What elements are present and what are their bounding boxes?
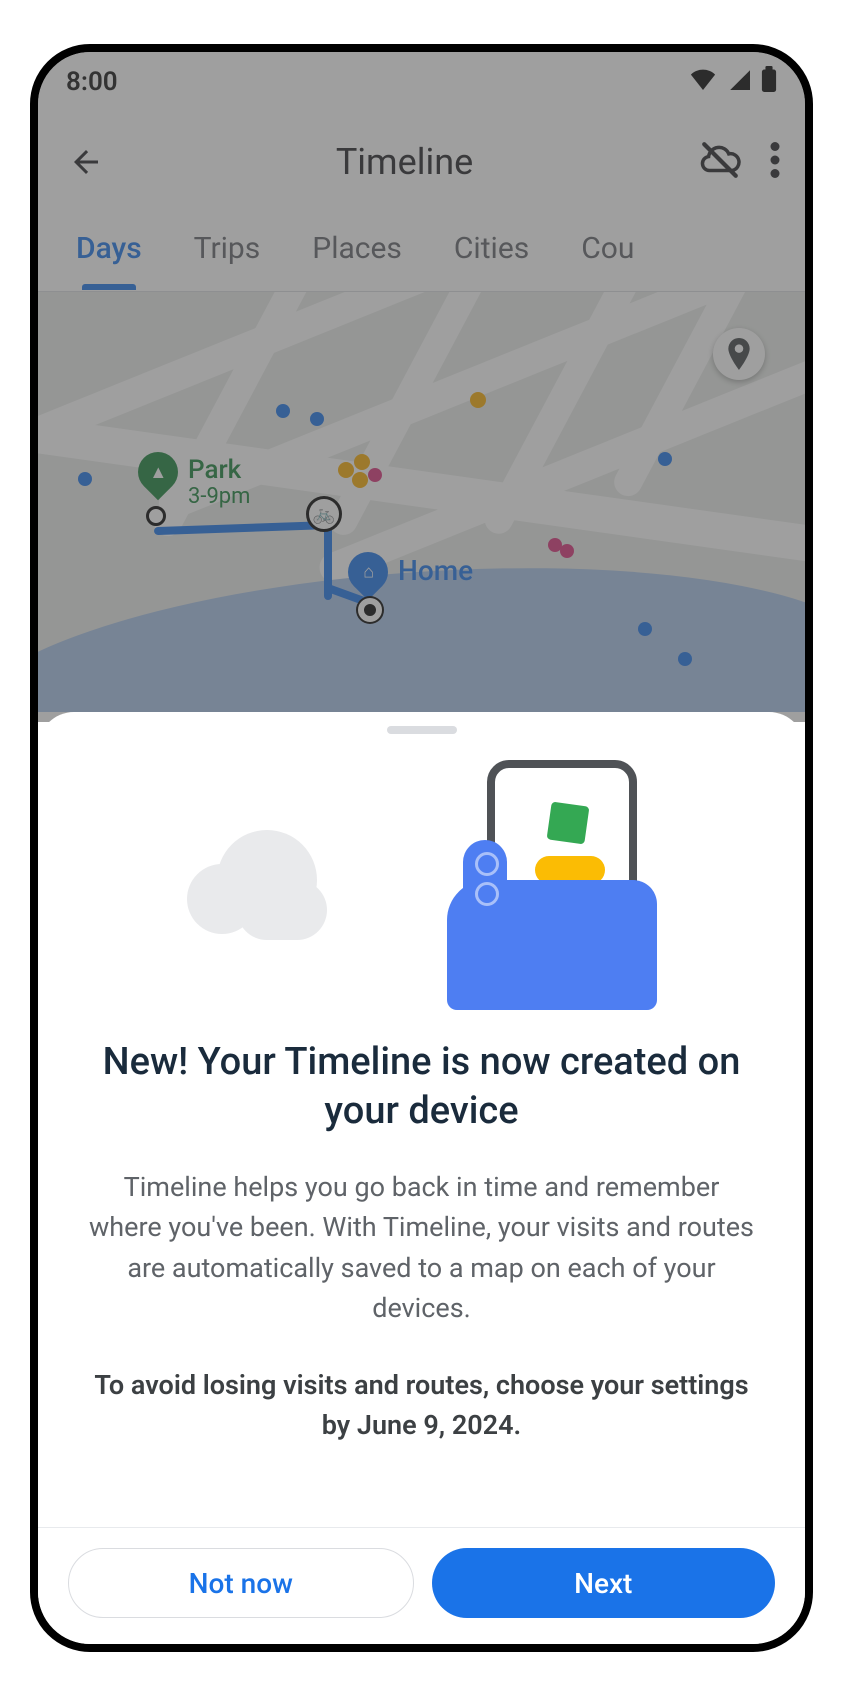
map-dot bbox=[638, 622, 652, 636]
next-button[interactable]: Next bbox=[432, 1548, 776, 1618]
sheet-description: Timeline helps you go back in time and r… bbox=[86, 1167, 757, 1329]
more-icon[interactable] bbox=[769, 142, 781, 182]
app-header: Timeline bbox=[38, 112, 805, 212]
place-label-home: Home bbox=[398, 554, 473, 587]
tree-icon: ▲ bbox=[149, 462, 167, 483]
sheet-warning: To avoid losing visits and routes, choos… bbox=[86, 1365, 757, 1446]
map-dot bbox=[310, 412, 324, 426]
map-dot bbox=[354, 454, 370, 470]
tab-trips[interactable]: Trips bbox=[194, 231, 261, 272]
home-icon: ⌂ bbox=[363, 562, 374, 583]
cloud-icon bbox=[187, 830, 357, 940]
tab-cities[interactable]: Cities bbox=[454, 231, 529, 272]
sheet-title: New! Your Timeline is now created on you… bbox=[86, 1038, 757, 1137]
map-dot bbox=[78, 472, 92, 486]
battery-icon bbox=[761, 66, 777, 99]
bike-icon: 🚲 bbox=[313, 504, 335, 525]
map-dot bbox=[276, 404, 290, 418]
status-bar: 8:00 bbox=[38, 52, 805, 112]
phone-in-hand-icon bbox=[447, 760, 657, 1010]
sheet-illustration bbox=[38, 740, 805, 1020]
map-dot bbox=[560, 544, 574, 558]
place-name: Park bbox=[188, 456, 250, 485]
route-node-bike: 🚲 bbox=[306, 496, 342, 532]
pin-home[interactable]: ⌂ bbox=[348, 552, 388, 604]
sheet-grabber[interactable] bbox=[387, 726, 457, 734]
bottom-sheet: New! Your Timeline is now created on you… bbox=[38, 712, 805, 1644]
wifi-icon bbox=[689, 67, 717, 97]
map-view[interactable]: ▲ Park 3-9pm 🚲 ⌂ Home bbox=[38, 292, 805, 712]
page-title: Timeline bbox=[110, 141, 699, 183]
back-button[interactable] bbox=[62, 138, 110, 186]
map-dot bbox=[470, 392, 486, 408]
tab-countries[interactable]: Cou bbox=[581, 231, 634, 272]
pin-icon bbox=[726, 338, 752, 370]
tab-places[interactable]: Places bbox=[312, 231, 402, 272]
route-node-end bbox=[358, 598, 382, 622]
tab-bar: Days Trips Places Cities Cou bbox=[38, 212, 805, 292]
arrow-left-icon bbox=[68, 144, 104, 180]
not-now-button[interactable]: Not now bbox=[68, 1548, 414, 1618]
tab-days[interactable]: Days bbox=[76, 231, 142, 272]
map-dot bbox=[352, 472, 368, 488]
place-label-park: Park 3-9pm bbox=[188, 456, 250, 509]
status-time: 8:00 bbox=[66, 67, 118, 97]
cellular-icon bbox=[727, 67, 751, 97]
map-pin-button[interactable] bbox=[713, 328, 765, 380]
device-frame: 8:00 Timeline bbox=[30, 44, 813, 1652]
map-dot bbox=[678, 652, 692, 666]
poi-marker bbox=[146, 506, 166, 526]
map-dot bbox=[658, 452, 672, 466]
sheet-footer: Not now Next bbox=[38, 1527, 805, 1644]
cloud-off-icon[interactable] bbox=[699, 139, 741, 185]
map-dot bbox=[338, 462, 354, 478]
pin-park[interactable]: ▲ bbox=[138, 452, 178, 504]
map-dot bbox=[368, 468, 382, 482]
place-hours: 3-9pm bbox=[188, 485, 250, 509]
